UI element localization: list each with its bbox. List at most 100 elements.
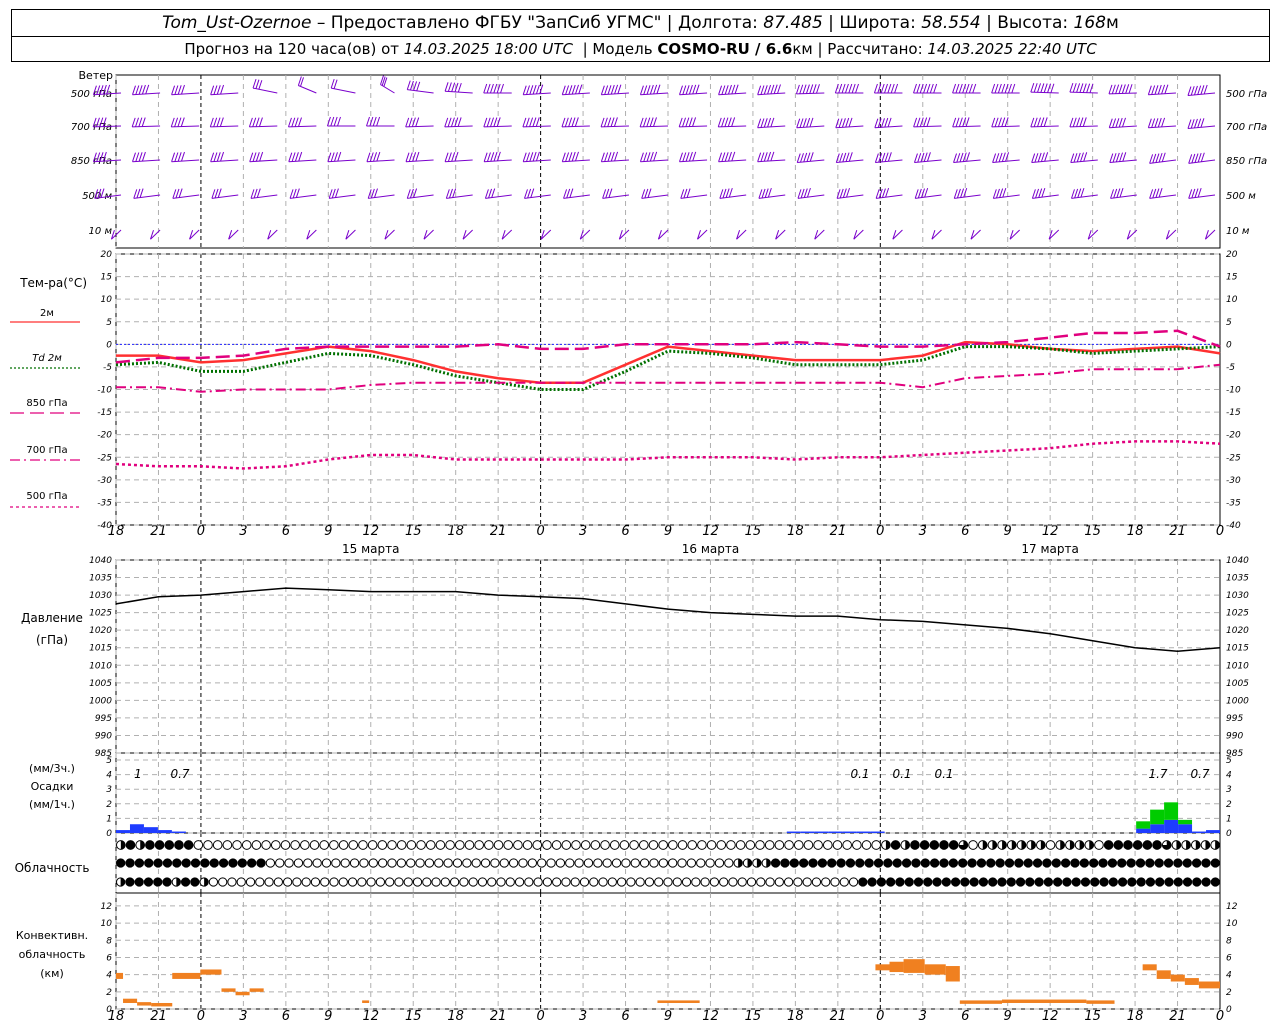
convective-bar	[221, 988, 236, 992]
wind-barb-feather	[844, 83, 849, 94]
cloud-symbol	[415, 858, 425, 868]
wind-barb-feather	[1190, 86, 1195, 96]
temp-ytick-left: -10	[97, 386, 112, 396]
wind-barb-feather	[884, 117, 889, 128]
pressure-ytick-left: 1025	[89, 609, 112, 619]
wind-barb-feather	[685, 117, 690, 127]
wind-barb-feather	[450, 117, 455, 127]
temp-ytick-right: -35	[1226, 498, 1241, 508]
wind-barb-feather	[763, 152, 768, 162]
wind-barb-feather	[250, 189, 255, 199]
wind-barb-feather	[848, 152, 853, 162]
precip-amount-label: 0.7	[170, 767, 189, 781]
wind-barb-feather	[1001, 117, 1006, 127]
wind-barb-feather	[796, 153, 801, 163]
cloud-symbol	[440, 877, 450, 887]
wind-barb-feather	[884, 152, 889, 162]
wind-barb-feather	[1001, 152, 1006, 162]
wind-barb-feather	[1082, 83, 1087, 93]
cloud-symbol	[320, 877, 330, 887]
wind-barb-feather	[731, 84, 736, 95]
cloud-symbol	[143, 877, 154, 887]
wind-barb-feather	[972, 83, 977, 94]
cloud-symbol	[303, 858, 313, 868]
wind-barb-feather	[564, 117, 569, 127]
cloud-symbol	[706, 840, 717, 850]
wind-barb-feather	[1125, 84, 1130, 94]
wind-barb-feather	[719, 189, 724, 199]
wind-barb-feather	[213, 85, 218, 95]
wind-barb-feather	[839, 153, 844, 163]
wind-barb-feather	[1076, 83, 1081, 93]
precip-1h-bar	[1150, 809, 1165, 825]
cloud-symbol	[251, 840, 262, 850]
wind-barb-feather	[330, 152, 335, 162]
wind-barb-feather	[614, 151, 619, 162]
cloud-symbol	[672, 877, 682, 887]
cloud-symbol	[802, 877, 812, 887]
cloud-symbol	[609, 840, 620, 850]
wind-barb-feather	[952, 117, 957, 128]
cloud-symbol	[551, 840, 562, 850]
wind-barb-feather	[1110, 189, 1115, 199]
wind-barb-feather	[526, 152, 530, 162]
cloud-symbol	[1142, 840, 1153, 850]
wind-barb-feather	[136, 188, 141, 199]
wind-barb-feather	[1121, 84, 1126, 94]
cloud-symbol	[976, 858, 987, 868]
x-tick-label: 0	[197, 1009, 205, 1024]
cloud-symbol	[668, 858, 678, 868]
cloud-symbol	[746, 877, 757, 887]
cloud-symbol	[811, 877, 822, 887]
wind-barb-feather	[181, 151, 185, 162]
wind-barb-feather	[757, 152, 762, 162]
cloud-symbol	[145, 840, 155, 850]
cloud-symbol	[434, 858, 444, 868]
cloud-symbol	[162, 877, 172, 887]
wind-barb-feather	[258, 80, 263, 90]
wind-barb-feather	[571, 84, 576, 95]
wind-barb-feather	[216, 152, 221, 162]
wind-barb-feather	[210, 152, 215, 162]
cloud-symbol	[755, 840, 765, 850]
wind-barb-feather	[337, 116, 341, 127]
wind-barb-feather	[1083, 152, 1088, 162]
cloud-symbol	[774, 877, 784, 887]
cloud-symbol	[745, 840, 756, 850]
cloud-symbol	[340, 858, 350, 868]
wind-barb-feather	[1043, 83, 1048, 93]
cloud-symbol	[321, 858, 332, 868]
cloud-symbol	[471, 858, 481, 868]
cloud-symbol	[649, 858, 659, 868]
cloud-symbol	[616, 877, 627, 887]
wind-barb-feather	[141, 84, 146, 95]
cloud-symbol	[300, 840, 310, 850]
wind-barb-feather	[614, 84, 619, 95]
wind-barb-feather	[770, 151, 775, 162]
cloud-symbol	[190, 877, 200, 887]
wind-barb-feather	[138, 117, 143, 127]
precip-3h-bar	[171, 831, 186, 833]
wind-barb-feather	[653, 84, 658, 95]
cloud-symbol	[319, 840, 330, 850]
pressure-ytick-left: 1015	[89, 644, 112, 654]
cloud-symbol	[1173, 877, 1183, 887]
wind-barb-feather	[994, 83, 999, 94]
x-tick-label: 6	[621, 1009, 629, 1024]
cloud-symbol	[309, 840, 320, 850]
wind-barb-feather	[133, 189, 138, 199]
cloud-symbol	[387, 840, 397, 850]
wind-barb-feather	[211, 189, 216, 199]
wind-barb-feather	[447, 82, 452, 92]
cloud-symbol	[524, 877, 534, 887]
wind-barb-feather	[376, 116, 381, 127]
conv-ytick-left: 2	[106, 988, 112, 998]
wind-barb-feather	[802, 118, 807, 128]
wind-barb-feather	[366, 116, 370, 127]
cloud-symbol	[218, 858, 229, 868]
cloud-symbol	[280, 840, 291, 850]
temp-ytick-right: -20	[1226, 431, 1241, 441]
cloud-symbol	[256, 858, 266, 868]
wind-barb-feather	[913, 83, 917, 94]
cloud-symbol	[232, 840, 242, 850]
